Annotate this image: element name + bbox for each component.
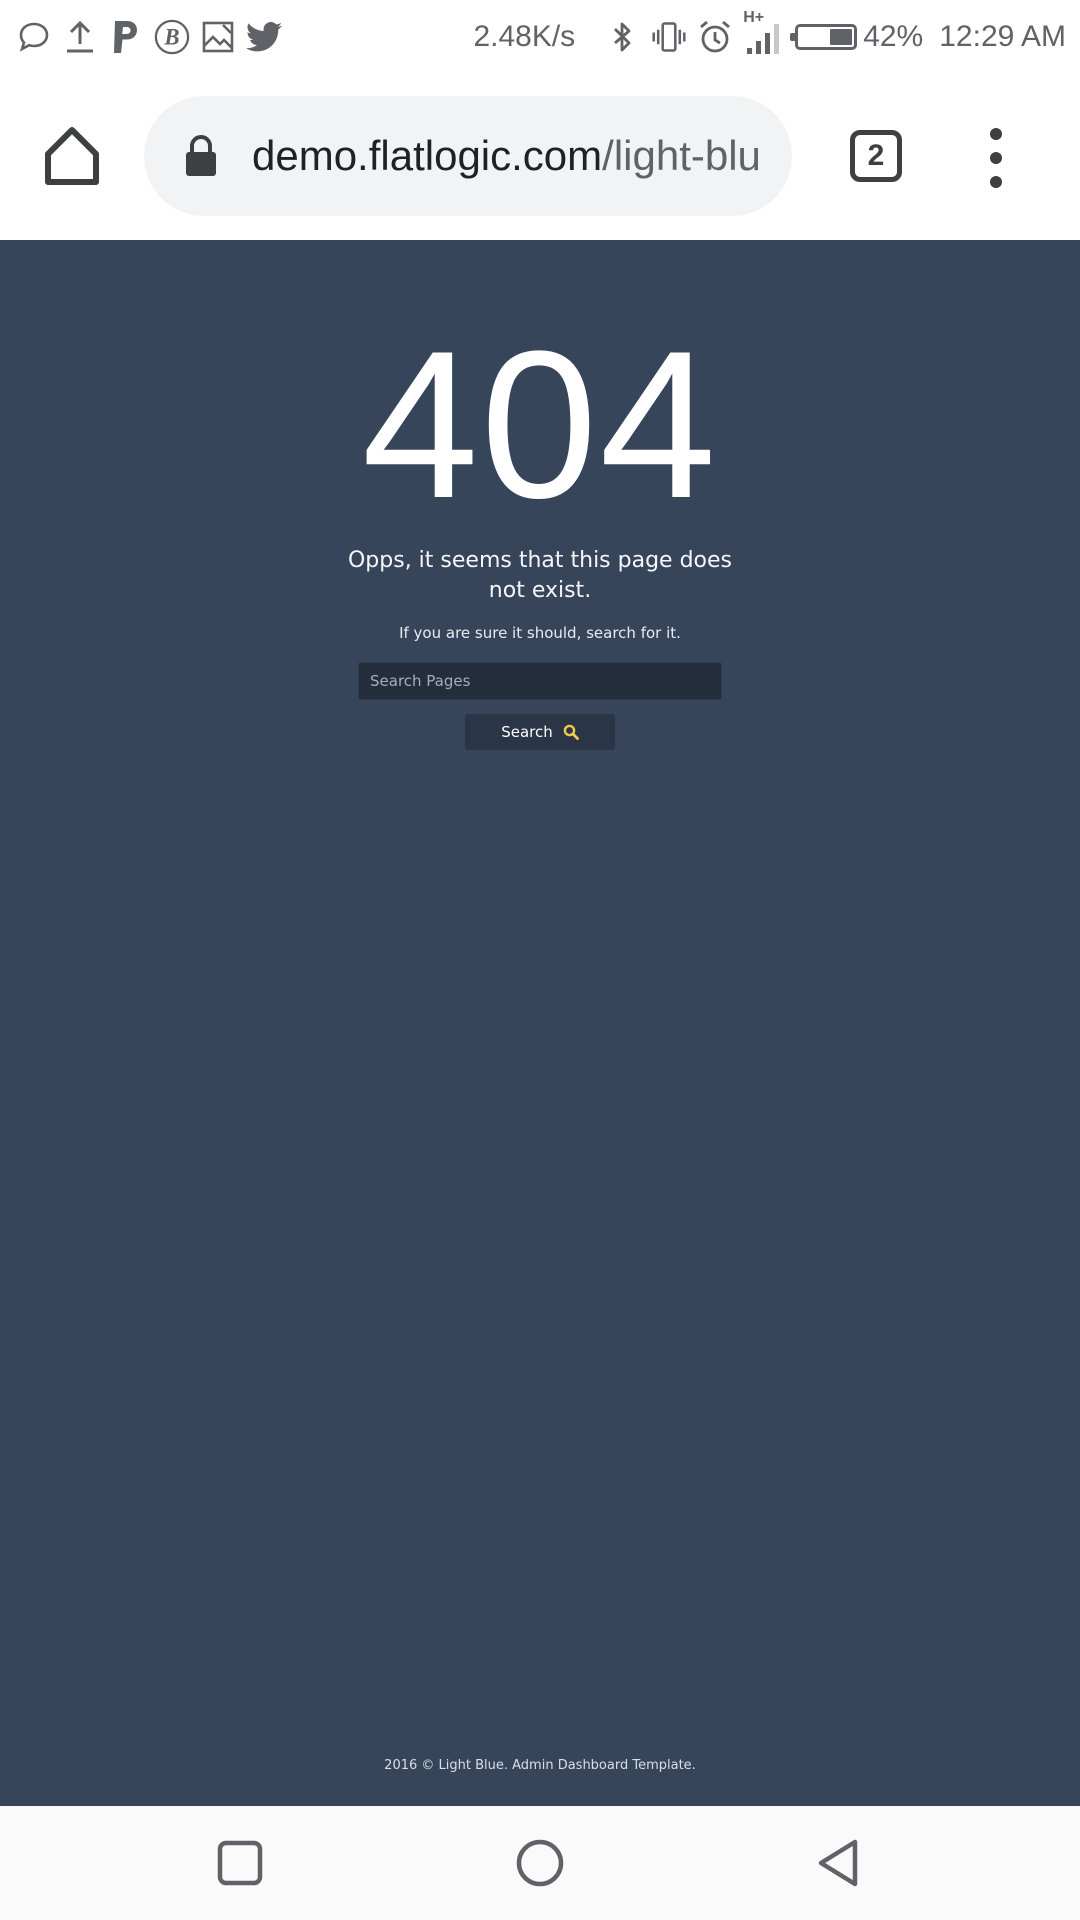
status-bar: B 2.48K/s H+ 42% 12:29 AM <box>0 0 1080 74</box>
url-domain: demo.flatlogic.com <box>252 132 603 179</box>
notification-icons: B <box>16 16 282 58</box>
search-input[interactable] <box>358 662 722 700</box>
triangle-back-icon <box>818 1839 858 1887</box>
vibrate-icon <box>651 19 687 55</box>
home-icon <box>45 127 99 185</box>
navigation-bar <box>0 1806 1080 1920</box>
tab-switcher-button[interactable]: 2 <box>850 130 902 182</box>
battery-percent: 42% <box>863 20 924 53</box>
lock-icon <box>186 135 216 176</box>
browser-toolbar: demo.flatlogic.com/light-blu 2 <box>0 74 1080 240</box>
error-page: 404 Opps, it seems that this page does n… <box>0 240 1080 1806</box>
address-bar[interactable]: demo.flatlogic.com/light-blu <box>144 96 792 216</box>
error-code: 404 <box>361 307 719 542</box>
battery-icon <box>790 24 858 50</box>
bitcoin-icon: B <box>154 19 190 55</box>
more-vert-icon-dot <box>990 176 1002 188</box>
upload-icon <box>62 19 98 55</box>
circle-icon <box>516 1839 564 1887</box>
recents-button[interactable] <box>215 1838 265 1888</box>
search-button-label: Search <box>501 723 553 741</box>
error-hint: If you are sure it should, search for it… <box>399 624 681 642</box>
image-icon <box>200 19 236 55</box>
signal-icon: H+ <box>743 9 785 55</box>
error-message: Opps, it seems that this page does not e… <box>347 548 732 603</box>
footer-copyright: 2016 © Light Blue. Admin Dashboard Templ… <box>384 1758 696 1773</box>
url-text[interactable]: demo.flatlogic.com/light-blu <box>252 96 772 216</box>
more-vert-icon <box>990 128 1002 140</box>
home-button[interactable] <box>40 124 104 188</box>
home-nav-button[interactable] <box>515 1838 565 1888</box>
svg-text:B: B <box>163 25 179 50</box>
bluetooth-icon <box>605 19 641 55</box>
clock: 12:29 AM <box>939 20 1066 53</box>
network-speed: 2.48K/s <box>473 20 576 53</box>
alarm-icon <box>697 19 733 55</box>
browser-menu-button[interactable] <box>974 126 1018 190</box>
back-button[interactable] <box>815 1838 865 1888</box>
tab-count: 2 <box>867 139 885 172</box>
paypal-icon <box>108 19 144 55</box>
search-button[interactable]: Search <box>465 714 615 750</box>
network-type: H+ <box>743 9 765 26</box>
url-path: /light-blu <box>602 132 761 179</box>
twitter-icon <box>246 19 282 55</box>
battery-indicator: 42% <box>790 20 924 54</box>
square-icon <box>217 1840 263 1886</box>
chat-bubble-icon <box>16 19 52 55</box>
system-status: 2.48K/s H+ 42% 12:29 AM <box>473 9 1066 62</box>
more-vert-icon-dot <box>990 152 1002 164</box>
battery-level <box>830 29 853 45</box>
search-icon <box>563 724 579 740</box>
